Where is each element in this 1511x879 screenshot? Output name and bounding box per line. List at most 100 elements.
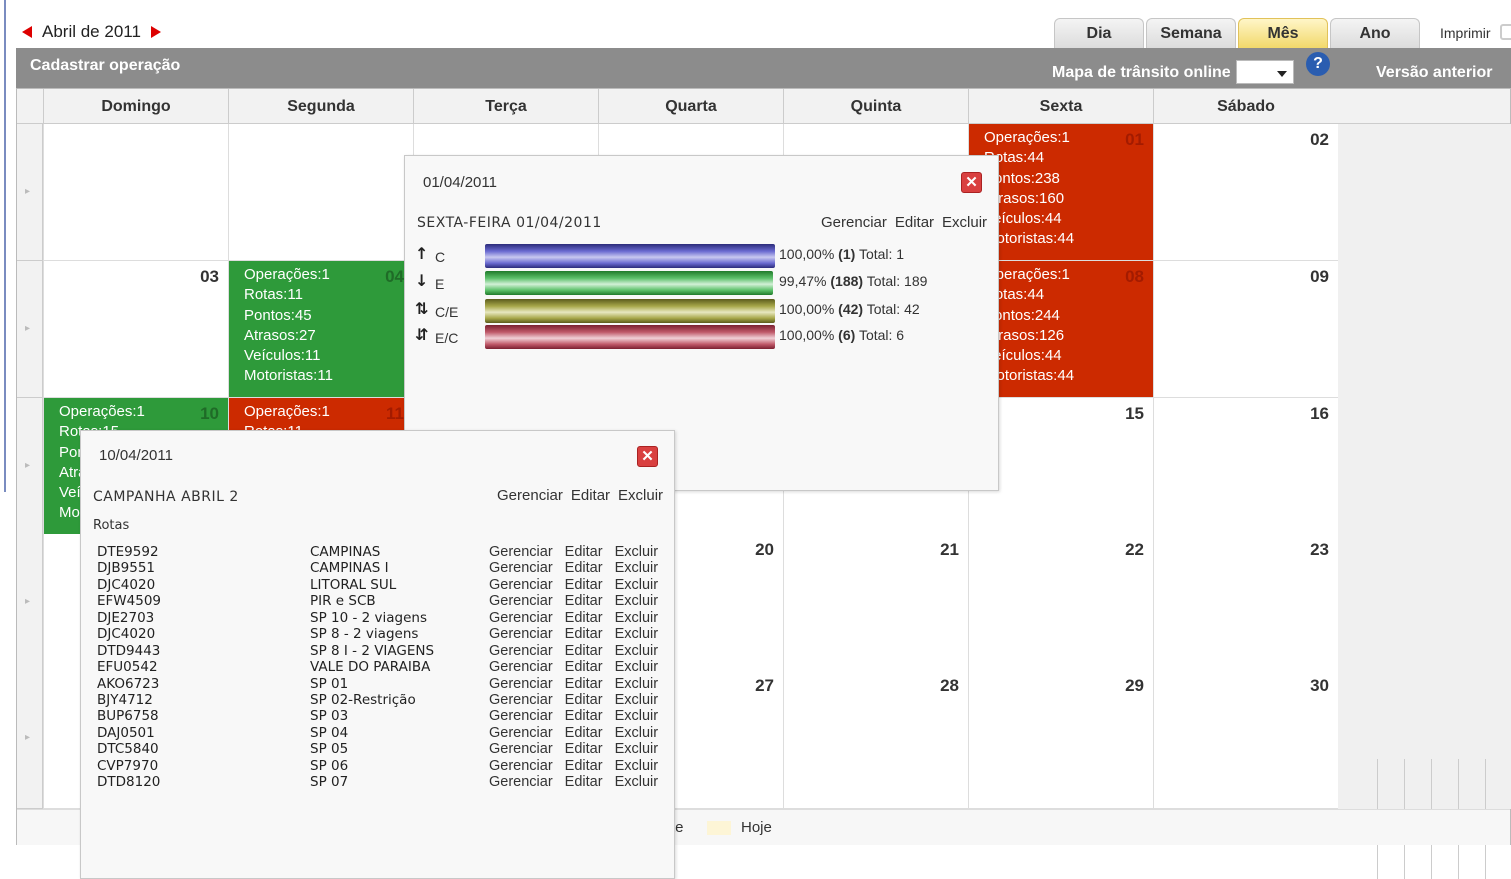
week-stub[interactable]: ▸ (17, 534, 43, 671)
day-cell[interactable]: 09 (1153, 261, 1338, 398)
completion-stats: 100,00% (42) Total: 42 (779, 301, 920, 317)
day-cell[interactable]: 23 (1153, 534, 1338, 671)
editar-link[interactable]: Editar (565, 577, 603, 593)
editar-link[interactable]: Editar (571, 487, 610, 504)
gerenciar-link[interactable]: Gerenciar (489, 593, 553, 609)
editar-link[interactable]: Editar (565, 593, 603, 609)
excluir-link[interactable]: Excluir (615, 676, 659, 692)
week-stub[interactable]: ▸ (17, 124, 43, 261)
day-number: 29 (1125, 676, 1144, 695)
day-cell[interactable]: 04 Operações:1 Rotas:11 Pontos:45 Atrasos… (228, 261, 413, 398)
editar-link[interactable]: Editar (565, 725, 603, 741)
editar-link[interactable]: Editar (565, 626, 603, 642)
day-cell[interactable]: 22 (968, 534, 1153, 671)
gerenciar-link[interactable]: Gerenciar (489, 544, 553, 560)
route-row: DJE2703 SP 10 - 2 viagens Gerenciar Editar E… (97, 610, 667, 626)
tab-ano[interactable]: Ano (1330, 18, 1420, 48)
day-cell[interactable] (228, 124, 413, 261)
day-operations-summary: Operações:1 Rotas:11 Pontos:45 Atrasos:2… (244, 266, 333, 385)
excluir-link[interactable]: Excluir (615, 544, 659, 560)
tab-dia[interactable]: Dia (1054, 18, 1144, 48)
day-number: 28 (940, 676, 959, 695)
close-icon[interactable]: ✕ (637, 446, 658, 467)
excluir-link[interactable]: Excluir (615, 626, 659, 642)
gerenciar-link[interactable]: Gerenciar (821, 214, 887, 231)
day-cell[interactable]: 21 (783, 534, 968, 671)
excluir-link[interactable]: Excluir (615, 560, 659, 576)
completion-bar-fill (485, 244, 775, 268)
excluir-link[interactable]: Excluir (615, 725, 659, 741)
week-stub[interactable]: ▸ (17, 670, 43, 809)
editar-link[interactable]: Editar (565, 544, 603, 560)
mapa-transito-label: Mapa de trânsito online (1052, 64, 1231, 81)
gerenciar-link[interactable]: Gerenciar (489, 692, 553, 708)
next-month-icon[interactable] (150, 26, 161, 38)
excluir-link[interactable]: Excluir (615, 758, 659, 774)
gerenciar-link[interactable]: Gerenciar (489, 708, 553, 724)
day-cell[interactable]: 16 (1153, 398, 1338, 535)
gerenciar-link[interactable]: Gerenciar (489, 560, 553, 576)
excluir-link[interactable]: Excluir (615, 774, 659, 790)
gerenciar-link[interactable]: Gerenciar (489, 725, 553, 741)
tab-mes[interactable]: Mês (1238, 18, 1328, 48)
excluir-link[interactable]: Excluir (615, 643, 659, 659)
excluir-link[interactable]: Excluir (615, 659, 659, 675)
total-text: Total: 189 (866, 273, 928, 289)
cadastrar-operacao-button[interactable]: Cadastrar operação (30, 57, 180, 75)
excluir-link[interactable]: Excluir (615, 741, 659, 757)
day-cell[interactable]: 30 (1153, 670, 1338, 809)
route-actions: Gerenciar Editar Excluir (489, 659, 658, 675)
print-link[interactable]: Imprimir (1440, 25, 1491, 41)
gerenciar-link[interactable]: Gerenciar (489, 577, 553, 593)
gerenciar-link[interactable]: Gerenciar (489, 610, 553, 626)
editar-link[interactable]: Editar (565, 676, 603, 692)
day-cell[interactable]: 28 (783, 670, 968, 809)
prev-month-icon[interactable] (22, 26, 32, 38)
editar-link[interactable]: Editar (565, 692, 603, 708)
editar-link[interactable]: Editar (565, 643, 603, 659)
day-cell[interactable]: 29 (968, 670, 1153, 809)
excluir-link[interactable]: Excluir (615, 692, 659, 708)
excluir-link[interactable]: Excluir (615, 577, 659, 593)
gerenciar-link[interactable]: Gerenciar (497, 487, 563, 504)
weekday-header: Domingo Segunda Terça Quarta Quinta Sexta Sába… (17, 89, 1510, 124)
editar-link[interactable]: Editar (565, 560, 603, 576)
help-icon[interactable]: ? (1306, 52, 1330, 76)
day-cell[interactable]: 02 (1153, 124, 1338, 261)
editar-link[interactable]: Editar (565, 741, 603, 757)
day-cell[interactable]: 03 (43, 261, 228, 398)
excluir-link[interactable]: Excluir (618, 487, 663, 504)
gerenciar-link[interactable]: Gerenciar (489, 643, 553, 659)
excluir-link[interactable]: Excluir (615, 593, 659, 609)
gerenciar-link[interactable]: Gerenciar (489, 659, 553, 675)
count-text: (6) (838, 327, 856, 343)
week-stub[interactable]: ▸ (17, 261, 43, 398)
gerenciar-link[interactable]: Gerenciar (489, 626, 553, 642)
week-stub[interactable]: ▸ (17, 398, 43, 535)
week-arrow-icon: ▸ (25, 732, 31, 743)
gerenciar-link[interactable]: Gerenciar (489, 676, 553, 692)
weekday-3: Quarta (598, 89, 783, 124)
gerenciar-link[interactable]: Gerenciar (489, 741, 553, 757)
editar-link[interactable]: Editar (565, 610, 603, 626)
mapa-transito-select[interactable] (1236, 60, 1294, 84)
gerenciar-link[interactable]: Gerenciar (489, 758, 553, 774)
editar-link[interactable]: Editar (565, 659, 603, 675)
versao-anterior-link[interactable]: Versão anterior (1376, 64, 1493, 82)
excluir-link[interactable]: Excluir (615, 708, 659, 724)
print-icon[interactable] (1500, 24, 1511, 40)
day-cell[interactable] (43, 124, 228, 261)
editar-link[interactable]: Editar (565, 708, 603, 724)
gerenciar-link[interactable]: Gerenciar (489, 774, 553, 790)
route-row: DJC4020 LITORAL SUL Gerenciar Editar Excluir (97, 577, 667, 593)
excluir-link[interactable]: Excluir (615, 610, 659, 626)
route-row: BUP6758 SP 03 Gerenciar Editar Excluir (97, 708, 667, 724)
tab-semana[interactable]: Semana (1146, 18, 1236, 48)
excluir-link[interactable]: Excluir (942, 214, 987, 231)
close-icon[interactable]: ✕ (961, 172, 982, 193)
editar-link[interactable]: Editar (895, 214, 934, 231)
editar-link[interactable]: Editar (565, 774, 603, 790)
route-plate: EFW4509 (97, 593, 161, 610)
editar-link[interactable]: Editar (565, 758, 603, 774)
route-row: DTC5840 SP 05 Gerenciar Editar Excluir (97, 741, 667, 757)
